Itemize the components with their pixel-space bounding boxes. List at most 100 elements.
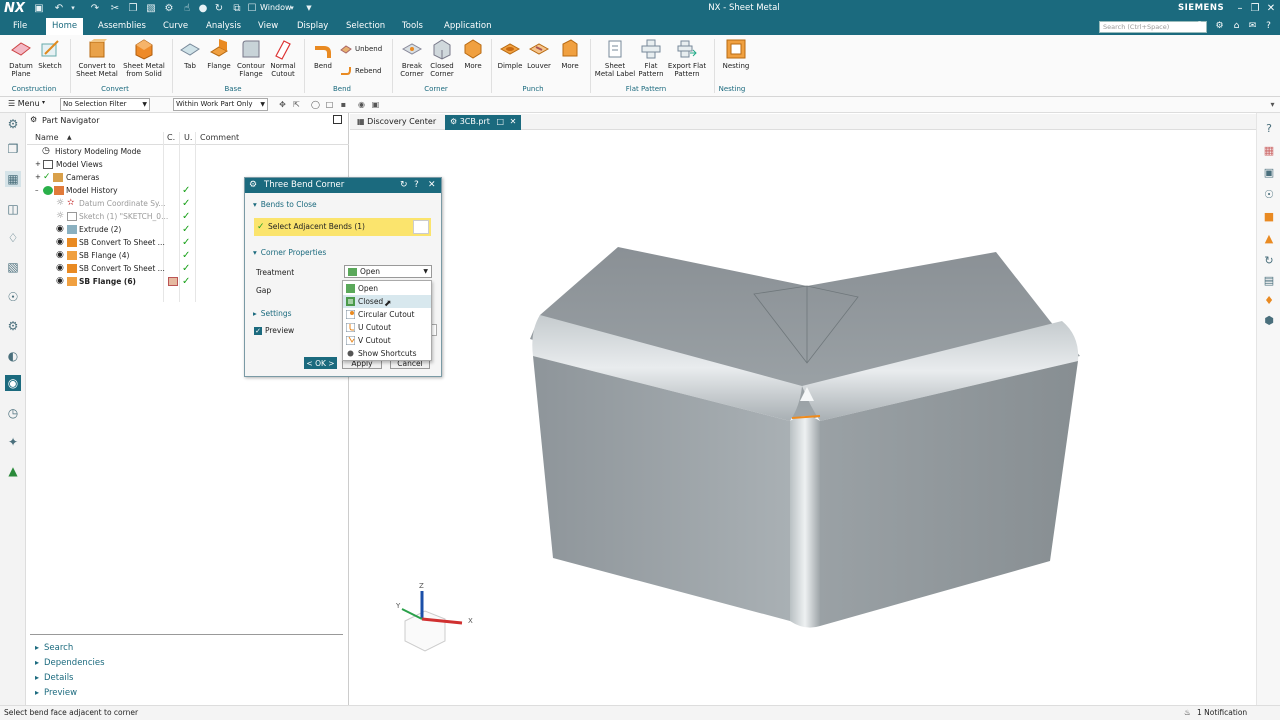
datum-plane-button[interactable]: Datum Plane <box>6 38 36 78</box>
bend-button[interactable]: Bend <box>310 38 336 70</box>
preview-checkbox[interactable]: ✓ <box>254 327 262 335</box>
flange-button[interactable]: Flange <box>204 38 234 70</box>
assembly-navigator-icon[interactable]: ❐ <box>5 141 21 157</box>
menu-curve[interactable]: Curve <box>157 18 194 35</box>
render-style-icon[interactable]: ■ <box>1261 209 1277 225</box>
column-uptodate[interactable]: U. <box>184 133 192 142</box>
more-punch-button[interactable]: More <box>557 38 583 70</box>
tab-close-icon[interactable]: ✕ <box>510 117 517 126</box>
option-open[interactable]: Open <box>343 282 431 295</box>
treatment-dropdown[interactable]: Open ▼ <box>344 265 432 278</box>
help-icon[interactable]: ? <box>1262 20 1275 33</box>
selection-filter-dropdown[interactable]: No Selection Filter ▼ <box>60 98 150 111</box>
select-all-icon[interactable]: ✥ <box>277 99 288 110</box>
eye-icon[interactable]: ◉ <box>56 277 66 286</box>
eye-icon[interactable]: ◉ <box>56 264 66 273</box>
group-construction[interactable]: Construction <box>4 85 64 93</box>
option-u-cutout[interactable]: U Cutout <box>343 321 431 334</box>
section-view-icon[interactable]: ▤ <box>1261 273 1277 289</box>
snap-quadrant-icon[interactable]: ▣ <box>370 99 381 110</box>
group-punch[interactable]: Punch <box>495 85 571 93</box>
flat-pattern-button[interactable]: Flat Pattern <box>637 38 665 78</box>
toolbar-options-icon[interactable]: ▾ <box>1267 99 1278 110</box>
tab-discovery-center[interactable]: ▦ Discovery Center <box>352 115 441 130</box>
fit-view-icon[interactable]: ▣ <box>1261 165 1277 181</box>
sketch-button[interactable]: Sketch <box>36 38 64 70</box>
menu-application[interactable]: Application <box>438 18 498 35</box>
menu-home[interactable]: Home <box>46 18 84 35</box>
option-show-shortcuts[interactable]: Show Shortcuts <box>343 347 431 360</box>
unbend-button[interactable]: Unbend <box>340 43 382 55</box>
group-convert[interactable]: Convert <box>75 85 155 93</box>
settings-icon[interactable]: ⚙ <box>5 116 21 132</box>
section-search[interactable]: Search <box>35 643 73 653</box>
section-bends-to-close[interactable]: Bends to Close <box>253 200 317 209</box>
constraint-navigator-icon[interactable]: ◫ <box>5 201 21 217</box>
section-dependencies[interactable]: Dependencies <box>35 658 105 668</box>
tree-row-history-mode[interactable]: History Modeling Mode ◷ <box>27 145 349 158</box>
settings-icon[interactable]: ⚙ <box>1213 20 1226 33</box>
close-icon[interactable]: ✕ <box>428 178 436 193</box>
section-settings[interactable]: Settings <box>253 309 292 318</box>
notification-count[interactable]: 1 Notification <box>1197 706 1247 720</box>
cursor-select-icon[interactable]: ⇱ <box>291 99 302 110</box>
convert-to-sheet-metal-button[interactable]: Convert to Sheet Metal <box>75 38 119 78</box>
section-details[interactable]: Details <box>35 673 73 683</box>
orient-view-icon[interactable]: ▲ <box>1261 231 1277 247</box>
graphics-window[interactable]: Z X Y <box>350 131 1255 704</box>
menu-display[interactable]: Display <box>291 18 334 35</box>
export-flat-pattern-button[interactable]: Export Flat Pattern <box>667 38 707 78</box>
ok-button[interactable]: < OK > <box>304 357 337 369</box>
expand-icon[interactable]: + <box>35 171 41 184</box>
normal-cutout-button[interactable]: Normal Cutout <box>268 38 298 78</box>
panel-splitter[interactable] <box>30 634 343 635</box>
group-base[interactable]: Base <box>178 85 288 93</box>
navigator-settings-icon[interactable]: ⚙ <box>30 115 37 124</box>
column-name[interactable]: Name <box>35 133 59 142</box>
option-closed[interactable]: Closed ⬈ <box>343 295 431 309</box>
select-adjacent-bends[interactable]: ✓ Select Adjacent Bends (1) <box>254 218 431 236</box>
part-navigator-icon[interactable]: ▦ <box>5 171 21 187</box>
web-browser-icon[interactable]: ☉ <box>5 289 21 305</box>
eye-icon[interactable]: ◉ <box>56 238 66 247</box>
home-icon[interactable]: ⌂ <box>1230 20 1243 33</box>
nesting-button[interactable]: Nesting <box>720 38 752 70</box>
group-corner[interactable]: Corner <box>397 85 475 93</box>
bell-icon[interactable]: ♨ <box>1184 706 1191 720</box>
column-current[interactable]: C. <box>167 133 175 142</box>
tab-options-icon[interactable]: □ <box>496 117 504 126</box>
group-nesting[interactable]: Nesting <box>712 85 752 93</box>
snap-point-icon[interactable]: ◯ <box>310 99 321 110</box>
search-icon[interactable]: ⚲ <box>1193 20 1206 33</box>
hidden-eye-icon[interactable]: ☼ <box>56 199 66 208</box>
snap-end-icon[interactable]: □ <box>324 99 335 110</box>
menu-button[interactable]: ☰ Menu <box>8 99 40 108</box>
eye-icon[interactable]: ◉ <box>56 225 66 234</box>
reuse-library-icon[interactable]: ♢ <box>5 230 21 246</box>
menu-assemblies[interactable]: Assemblies <box>92 18 152 35</box>
snap-center-icon[interactable]: ◉ <box>356 99 367 110</box>
eye-icon[interactable]: ◉ <box>56 251 66 260</box>
command-search-input[interactable]: Search (Ctrl+Space) <box>1099 21 1207 33</box>
section-preview[interactable]: Preview <box>35 688 77 698</box>
menu-file[interactable]: File <box>7 18 33 35</box>
dimple-button[interactable]: Dimple <box>495 38 525 70</box>
maximize-icon[interactable] <box>333 115 342 124</box>
more-corner-button[interactable]: More <box>460 38 486 70</box>
option-v-cutout[interactable]: V Cutout <box>343 334 431 347</box>
column-comment[interactable]: Comment <box>200 133 239 142</box>
closed-corner-button[interactable]: Closed Corner <box>427 38 457 78</box>
close-icon[interactable]: ✕ <box>1265 2 1277 15</box>
selection-scope-dropdown[interactable]: Within Work Part Only ▼ <box>173 98 268 111</box>
break-corner-button[interactable]: Break Corner <box>397 38 427 78</box>
louver-button[interactable]: Louver <box>525 38 553 70</box>
expand-icon[interactable]: + <box>35 158 41 171</box>
menu-tools[interactable]: Tools <box>396 18 429 35</box>
sheet-metal-view-icon[interactable]: ♦ <box>1261 293 1277 309</box>
refresh-view-icon[interactable]: ↻ <box>1261 253 1277 269</box>
select-object-icon[interactable] <box>413 220 429 234</box>
tab-button[interactable]: Tab <box>178 38 202 70</box>
contour-flange-button[interactable]: Contour Flange <box>235 38 267 78</box>
history-icon[interactable]: ⚙ <box>5 318 21 334</box>
menu-selection[interactable]: Selection <box>340 18 391 35</box>
